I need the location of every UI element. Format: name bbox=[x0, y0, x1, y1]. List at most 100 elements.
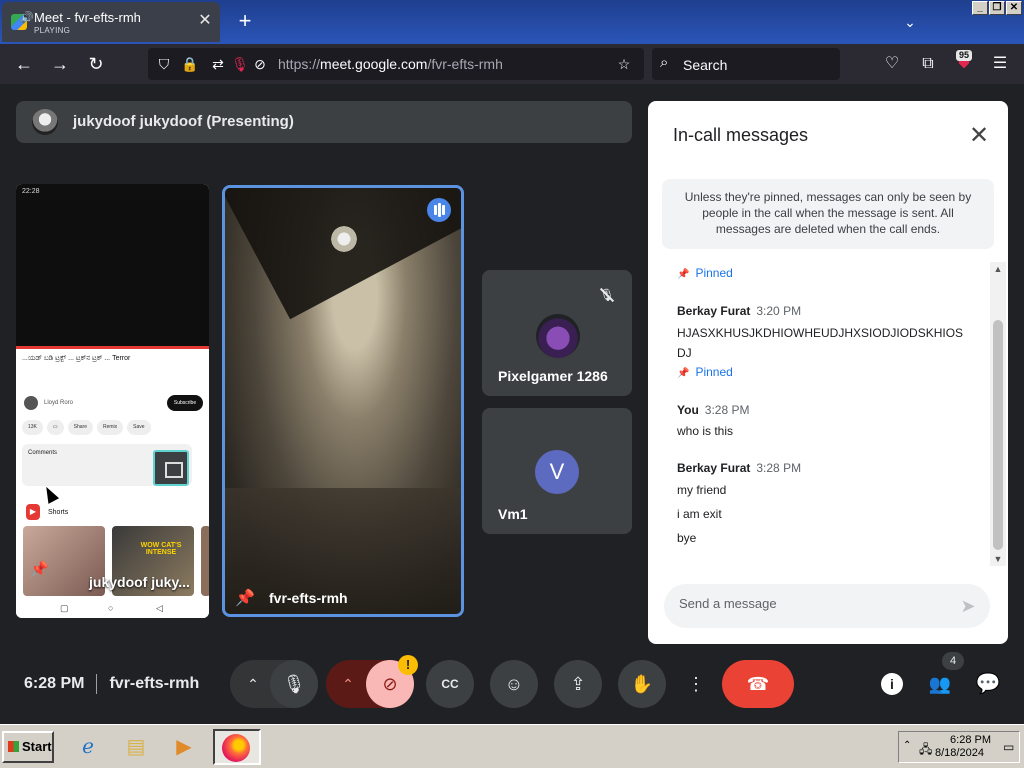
search-icon: ⌕ bbox=[660, 54, 669, 71]
people-count-badge: 4 bbox=[942, 652, 964, 670]
extensions-icon[interactable]: ⧉ bbox=[916, 52, 940, 76]
media-player-icon[interactable]: ▶ bbox=[168, 733, 200, 761]
url-bar[interactable]: ⛉ 🔒 ⇄ 🎙 ⊘ https://meet.google.com/fvr-ef… bbox=[148, 48, 644, 80]
phone-save-pill: Save bbox=[127, 420, 151, 435]
tab-close-icon[interactable]: ✕ bbox=[196, 12, 214, 30]
audio-options-chevron-icon[interactable]: ⌃ bbox=[236, 660, 270, 708]
menu-hamburger-icon[interactable]: ☰ bbox=[988, 52, 1012, 76]
chat-scrollbar[interactable]: ▲ ▼ bbox=[990, 262, 1006, 566]
firefox-icon bbox=[222, 734, 250, 762]
avatar: V bbox=[535, 450, 579, 494]
phone-back-icon: ◁ bbox=[156, 603, 163, 613]
reactions-button[interactable]: ☺ bbox=[490, 660, 538, 708]
shared-screen-tile[interactable]: 22:28 ...ಯಡ್ ಬಡಿ ಟ್ರಕ್ಬ್ ... ಟ್ರಕ್‌ನ ಟ್ರ… bbox=[16, 184, 209, 618]
phone-nav-bar: ▢ ○ ◁ bbox=[16, 600, 209, 618]
speaking-indicator-icon bbox=[427, 198, 451, 222]
camera-warning-icon[interactable]: ! bbox=[398, 655, 418, 675]
permissions-icon[interactable]: ⇄ bbox=[208, 54, 228, 74]
tab-playing-status: PLAYING bbox=[34, 26, 71, 35]
message-list[interactable]: Pinned Berkay Furat3:20 PM HJASXKHUSJKDH… bbox=[648, 261, 990, 566]
message-text: i am exit bbox=[677, 507, 722, 521]
pinned-label[interactable]: Pinned bbox=[677, 365, 732, 379]
message-text: my friend bbox=[677, 483, 727, 497]
tray-expand-icon[interactable]: ⌃ bbox=[903, 740, 911, 751]
network-icon[interactable]: 🖧 bbox=[919, 740, 932, 761]
message-header: You 3:28 PM bbox=[677, 403, 750, 417]
meet-stage: jukydoof jukydoof (Presenting) 22:28 ...… bbox=[0, 84, 1024, 724]
new-tab-button[interactable]: + bbox=[232, 8, 258, 34]
presenter-avatar bbox=[32, 109, 58, 135]
in-call-messages-panel: In-call messages ✕ Unless they're pinned… bbox=[648, 101, 1008, 644]
pin-icon[interactable]: 📌 bbox=[235, 588, 255, 608]
pinned-label[interactable]: Pinned bbox=[677, 266, 732, 280]
mic-off-icon: 🎙 bbox=[596, 284, 618, 306]
forward-arrow-icon[interactable]: → bbox=[48, 52, 72, 76]
search-placeholder: Search bbox=[683, 57, 728, 73]
tile-participant-name: fvr-efts-rmh bbox=[269, 590, 348, 606]
message-text: HJASXKHUSJKDHIOWHEUDJHXSIODJIODSKHIOSDJ bbox=[677, 326, 964, 360]
participant-tile-vm1[interactable]: V Vm1 bbox=[482, 408, 632, 534]
restore-button[interactable]: ❐ bbox=[989, 1, 1005, 15]
message-input[interactable] bbox=[679, 596, 939, 611]
picture-in-picture-icon[interactable] bbox=[153, 450, 189, 486]
raise-hand-button[interactable]: ✋ bbox=[618, 660, 666, 708]
more-options-icon[interactable]: ⋮ bbox=[682, 660, 710, 708]
presenter-bar[interactable]: jukydoof jukydoof (Presenting) bbox=[16, 101, 632, 143]
tab-title: Meet - fvr-efts-rmh bbox=[34, 10, 141, 25]
close-icon[interactable]: ✕ bbox=[966, 123, 992, 149]
phone-short-overlay-text: WOW CAT'S INTENSE bbox=[140, 542, 182, 556]
back-arrow-icon[interactable]: ← bbox=[12, 52, 36, 76]
phone-remix-pill: Remix bbox=[96, 420, 124, 435]
pin-icon[interactable]: 📌 bbox=[30, 560, 49, 578]
camera-feed-detail bbox=[329, 224, 359, 254]
pocket-icon[interactable]: ♡ bbox=[880, 52, 904, 76]
search-bar[interactable]: ⌕ Search bbox=[652, 48, 840, 80]
captions-button[interactable]: CC bbox=[426, 660, 474, 708]
tray-date: 8/18/2024 bbox=[935, 747, 984, 759]
send-icon[interactable]: ➤ bbox=[956, 594, 980, 618]
meeting-details: 6:28 PM fvr-efts-rmh bbox=[24, 674, 199, 694]
message-header: Berkay Furat 3:28 PM bbox=[677, 461, 802, 475]
main-video-tile[interactable]: 📌 fvr-efts-rmh bbox=[222, 185, 464, 617]
internet-explorer-icon[interactable]: ℯ bbox=[72, 733, 104, 761]
presenter-name: jukydoof jukydoof (Presenting) bbox=[73, 113, 294, 130]
chat-icon[interactable]: 💬 bbox=[974, 670, 1002, 698]
start-button[interactable]: Start bbox=[2, 731, 54, 763]
phone-action-row: 13K ▭ Share Remix Save bbox=[22, 420, 151, 435]
list-all-tabs-button[interactable]: ⌄ bbox=[898, 10, 922, 34]
url-text[interactable]: https://meet.google.com/fvr-efts-rmh bbox=[278, 56, 503, 72]
phone-share-pill: Share bbox=[67, 420, 93, 435]
scroll-up-icon[interactable]: ▲ bbox=[990, 262, 1006, 276]
reload-icon[interactable]: ↻ bbox=[84, 52, 108, 76]
message-text: who is this bbox=[677, 424, 734, 438]
microphone-button[interactable]: 🎙 bbox=[270, 660, 318, 708]
people-icon[interactable]: 👥 bbox=[926, 670, 954, 698]
meeting-info-icon[interactable]: i bbox=[881, 673, 903, 695]
browser-toolbar: ← → ↻ ⛉ 🔒 ⇄ 🎙 ⊘ https://meet.google.com/… bbox=[0, 44, 1024, 84]
lock-icon[interactable]: 🔒 bbox=[180, 54, 200, 74]
tile-participant-name: Pixelgamer 1286 bbox=[498, 368, 608, 384]
minimize-button[interactable]: _ bbox=[972, 1, 988, 15]
phone-progress-bar bbox=[16, 346, 209, 349]
phone-status-bar: 22:28 bbox=[16, 184, 209, 200]
video-options-chevron-icon[interactable]: ⌃ bbox=[330, 660, 366, 708]
meeting-time: 6:28 PM bbox=[24, 675, 85, 693]
leave-call-button[interactable]: ☎ bbox=[722, 660, 794, 708]
phone-comment-pill: ▭ bbox=[46, 420, 64, 435]
browser-tab-bar: 🔊 Meet - fvr-efts-rmh PLAYING ✕ + ⌄ _ ❐ … bbox=[0, 0, 1024, 44]
scroll-down-icon[interactable]: ▼ bbox=[990, 552, 1006, 566]
extension-badge: 95 bbox=[956, 50, 973, 61]
bookmark-star-icon[interactable]: ☆ bbox=[614, 54, 634, 74]
message-input-box[interactable]: ➤ bbox=[664, 584, 990, 628]
monitor-icon[interactable]: ▭ bbox=[1003, 740, 1014, 754]
speaker-icon[interactable]: 🔊 bbox=[20, 11, 34, 24]
browser-tab-meet[interactable]: 🔊 Meet - fvr-efts-rmh PLAYING ✕ bbox=[2, 2, 220, 42]
participant-tile-pixelgamer[interactable]: 🎙 Pixelgamer 1286 bbox=[482, 270, 632, 396]
shield-icon[interactable]: ⛉ bbox=[154, 54, 174, 74]
scroll-thumb[interactable] bbox=[993, 320, 1003, 550]
close-window-button[interactable]: ✕ bbox=[1006, 1, 1022, 15]
present-screen-button[interactable]: ⇪ bbox=[554, 660, 602, 708]
file-explorer-icon[interactable]: ▤ bbox=[120, 733, 152, 761]
microphone-active-icon[interactable]: 🎙 bbox=[230, 54, 250, 74]
camera-blocked-icon[interactable]: ⊘ bbox=[250, 54, 270, 74]
